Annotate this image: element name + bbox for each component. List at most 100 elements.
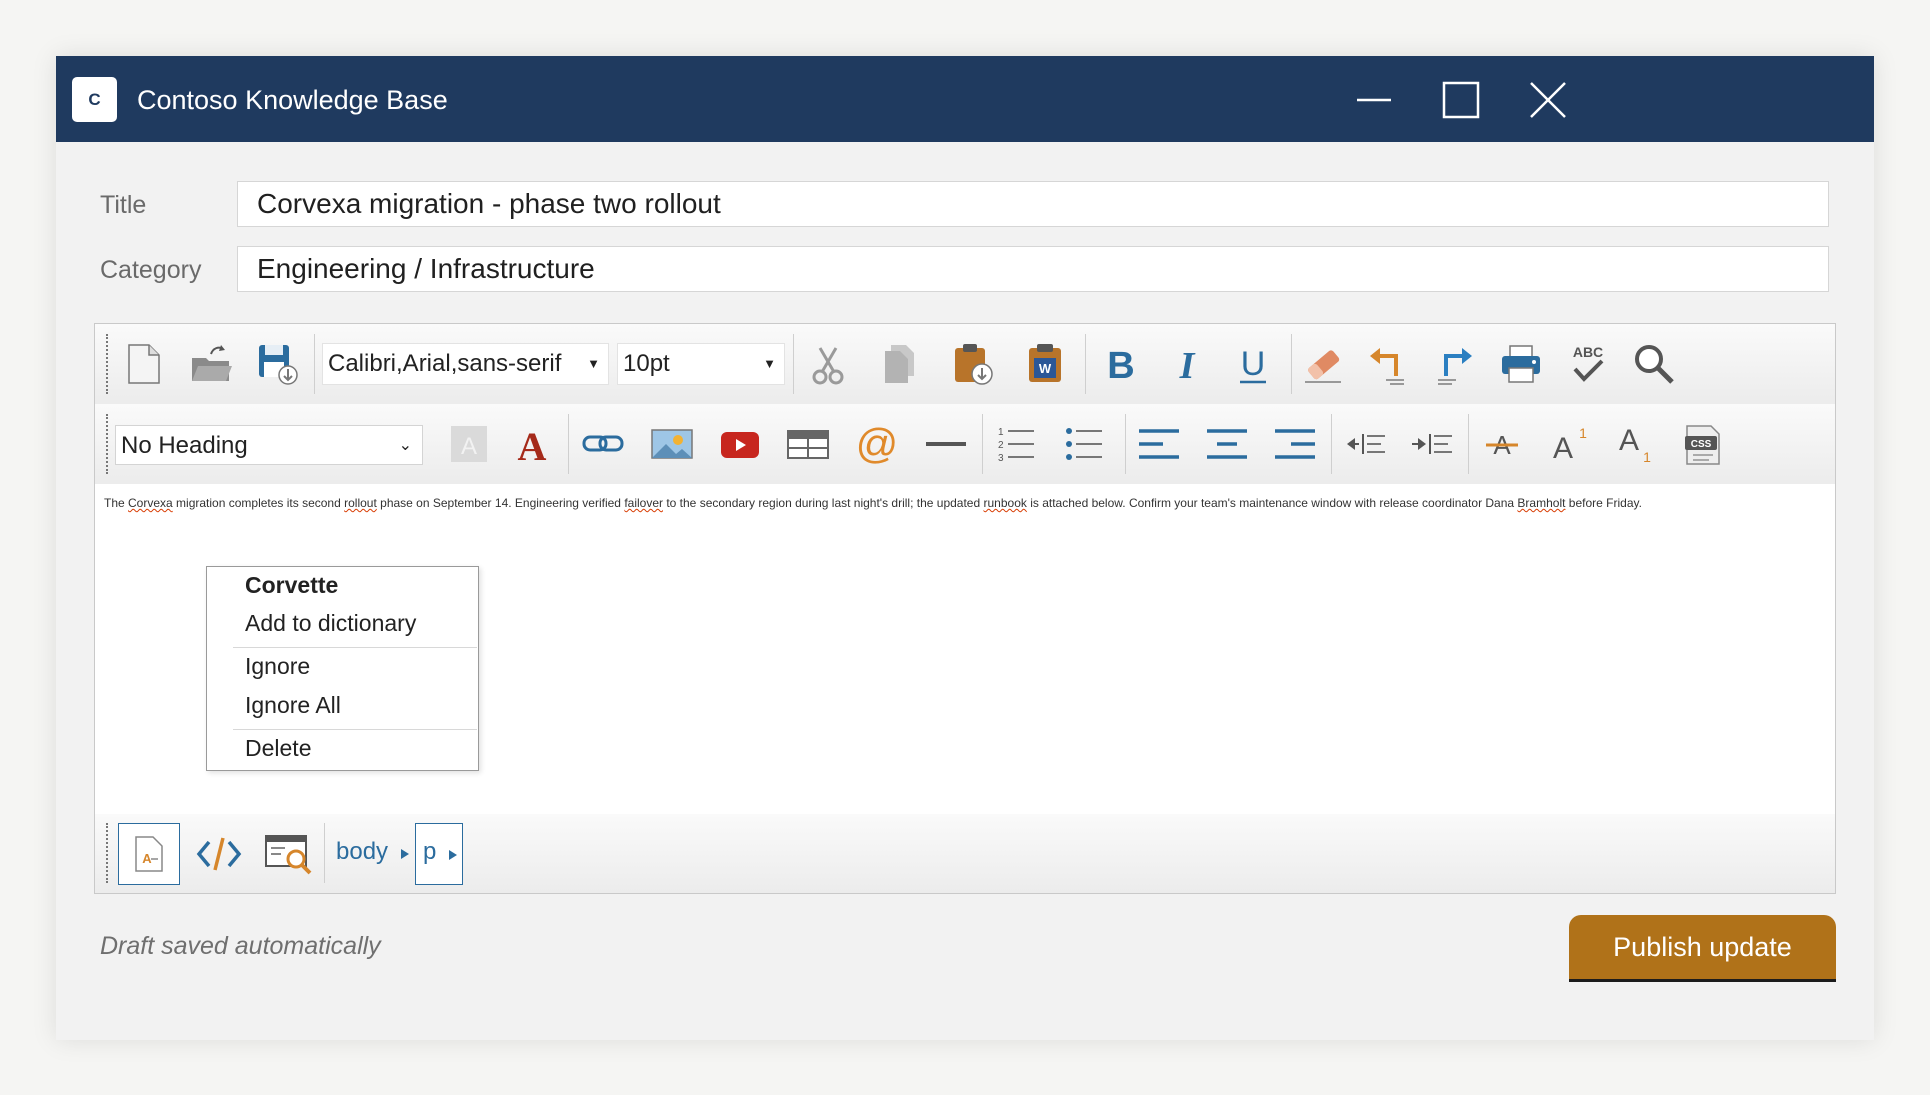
horizontal-rule-button[interactable] (918, 416, 974, 472)
link-icon (582, 435, 624, 452)
paste-from-word-button[interactable]: W (1018, 336, 1074, 392)
horizontal-rule-icon (926, 442, 966, 446)
underline-button[interactable]: U (1225, 336, 1281, 392)
subscript-button[interactable]: A1 (1607, 416, 1663, 472)
remove-format-button[interactable] (1295, 336, 1351, 392)
misspelled-word[interactable]: Corvexa (128, 496, 173, 510)
breadcrumb-body[interactable]: body (336, 838, 388, 866)
preview-mode-button[interactable] (258, 823, 320, 885)
indent-button[interactable] (1404, 416, 1460, 472)
bulleted-list-button[interactable] (1056, 416, 1112, 472)
redo-icon (1438, 348, 1472, 385)
font-color-button[interactable]: A (504, 416, 560, 472)
add-to-dictionary-item[interactable]: Add to dictionary (245, 610, 416, 637)
paste-button[interactable] (945, 336, 1001, 392)
italic-button[interactable]: I (1159, 336, 1215, 392)
text-run: before Friday. (1565, 496, 1642, 510)
redo-button[interactable] (1426, 336, 1482, 392)
image-icon (651, 429, 693, 459)
preview-icon (265, 835, 312, 875)
spellcheck-icon: ABC (1573, 344, 1604, 382)
toolbar-grip (106, 334, 108, 394)
ignore-all-item[interactable]: Ignore All (245, 692, 341, 719)
align-right-button[interactable] (1267, 416, 1323, 472)
at-mention-icon: @ (856, 422, 899, 466)
background-color-button[interactable]: A (441, 416, 497, 472)
bold-icon: B (1107, 345, 1134, 386)
breadcrumb-arrow-icon (449, 850, 457, 860)
find-button[interactable] (1626, 336, 1682, 392)
superscript-button[interactable]: A1 (1541, 416, 1597, 472)
svg-text:CSS: CSS (1691, 439, 1712, 450)
cut-icon (812, 347, 844, 385)
insert-link-button[interactable] (575, 416, 631, 472)
font-family-dropdown-icon: ▼ (587, 356, 600, 371)
save-button[interactable] (249, 336, 305, 392)
font-size-select[interactable]: 10pt ▼ (617, 343, 785, 385)
align-left-button[interactable] (1131, 416, 1187, 472)
spellcheck-button[interactable]: ABC (1560, 336, 1616, 392)
html-mode-button[interactable] (188, 823, 250, 885)
indent-icon (1412, 434, 1452, 454)
insert-video-button[interactable] (712, 416, 768, 472)
new-document-button[interactable] (115, 336, 171, 392)
insert-image-button[interactable] (644, 416, 700, 472)
editor-status-bar: A body p (95, 814, 1835, 893)
heading-select[interactable]: No Heading ⌄ (115, 425, 423, 465)
new-document-icon (128, 344, 160, 384)
svg-text:1: 1 (1579, 425, 1587, 441)
publish-button[interactable]: Publish update (1569, 915, 1836, 982)
bold-button[interactable]: B (1093, 336, 1149, 392)
numbered-list-button[interactable]: 1 2 3 (988, 416, 1044, 472)
svg-text:U: U (1241, 345, 1266, 383)
minimize-button[interactable] (1346, 72, 1402, 128)
print-button[interactable] (1493, 336, 1549, 392)
svg-text:W: W (1039, 361, 1052, 376)
mention-button[interactable]: @ (849, 416, 905, 472)
close-button[interactable] (1520, 72, 1576, 128)
toolbar-row-2: No Heading ⌄ A A @ 1 2 3 A A 1 A 1 CSS (95, 404, 1835, 484)
font-family-select[interactable]: Calibri,Arial,sans-serif ▼ (322, 343, 609, 385)
category-label: Category (100, 256, 202, 284)
app-window: C Contoso Knowledge Base Title Category (56, 56, 1874, 1040)
title-input[interactable] (237, 181, 1829, 227)
spellcheck-context-menu: Corvette Add to dictionary Ignore Ignore… (206, 566, 479, 771)
maximize-button[interactable] (1433, 72, 1489, 128)
toolbar-separator (1125, 414, 1126, 474)
undo-button[interactable] (1360, 336, 1416, 392)
heading-value: No Heading (121, 432, 248, 459)
ignore-item[interactable]: Ignore (245, 653, 310, 680)
cut-button[interactable] (800, 336, 856, 392)
toolbar-row-1: Calibri,Arial,sans-serif ▼ 10pt ▼ W B I … (95, 324, 1835, 404)
misspelled-word[interactable]: rollout (344, 496, 377, 510)
misspelled-word[interactable]: Bramholt (1517, 496, 1565, 510)
svg-text:A: A (461, 433, 477, 460)
misspelled-word[interactable]: runbook (984, 496, 1027, 510)
category-input[interactable] (237, 246, 1829, 292)
outdent-button[interactable] (1337, 416, 1393, 472)
suggestion-item[interactable]: Corvette (245, 572, 338, 599)
underline-icon: U (1240, 345, 1266, 384)
design-view-icon: A (135, 836, 163, 872)
toolbar-grip (106, 823, 108, 883)
outdent-icon (1347, 434, 1385, 454)
strikethrough-icon: A (1486, 430, 1518, 460)
design-mode-button[interactable]: A (118, 823, 180, 885)
misspelled-word[interactable]: failover (624, 496, 663, 510)
edit-css-button[interactable]: CSS (1675, 416, 1731, 472)
save-icon (259, 345, 298, 385)
css-icon: CSS (1685, 425, 1720, 465)
table-icon (787, 430, 829, 459)
svg-text:A: A (1553, 432, 1573, 465)
breadcrumb-p[interactable]: p (415, 823, 463, 885)
delete-item[interactable]: Delete (245, 735, 311, 762)
copy-button[interactable] (872, 336, 928, 392)
toolbar-separator (982, 414, 983, 474)
content-paragraph[interactable]: The Corvexa migration completes its seco… (104, 496, 1642, 510)
align-center-button[interactable] (1199, 416, 1255, 472)
maximize-icon (1442, 81, 1480, 119)
open-button[interactable] (183, 336, 239, 392)
search-icon (1635, 345, 1674, 384)
insert-table-button[interactable] (780, 416, 836, 472)
strikethrough-button[interactable]: A (1474, 416, 1530, 472)
